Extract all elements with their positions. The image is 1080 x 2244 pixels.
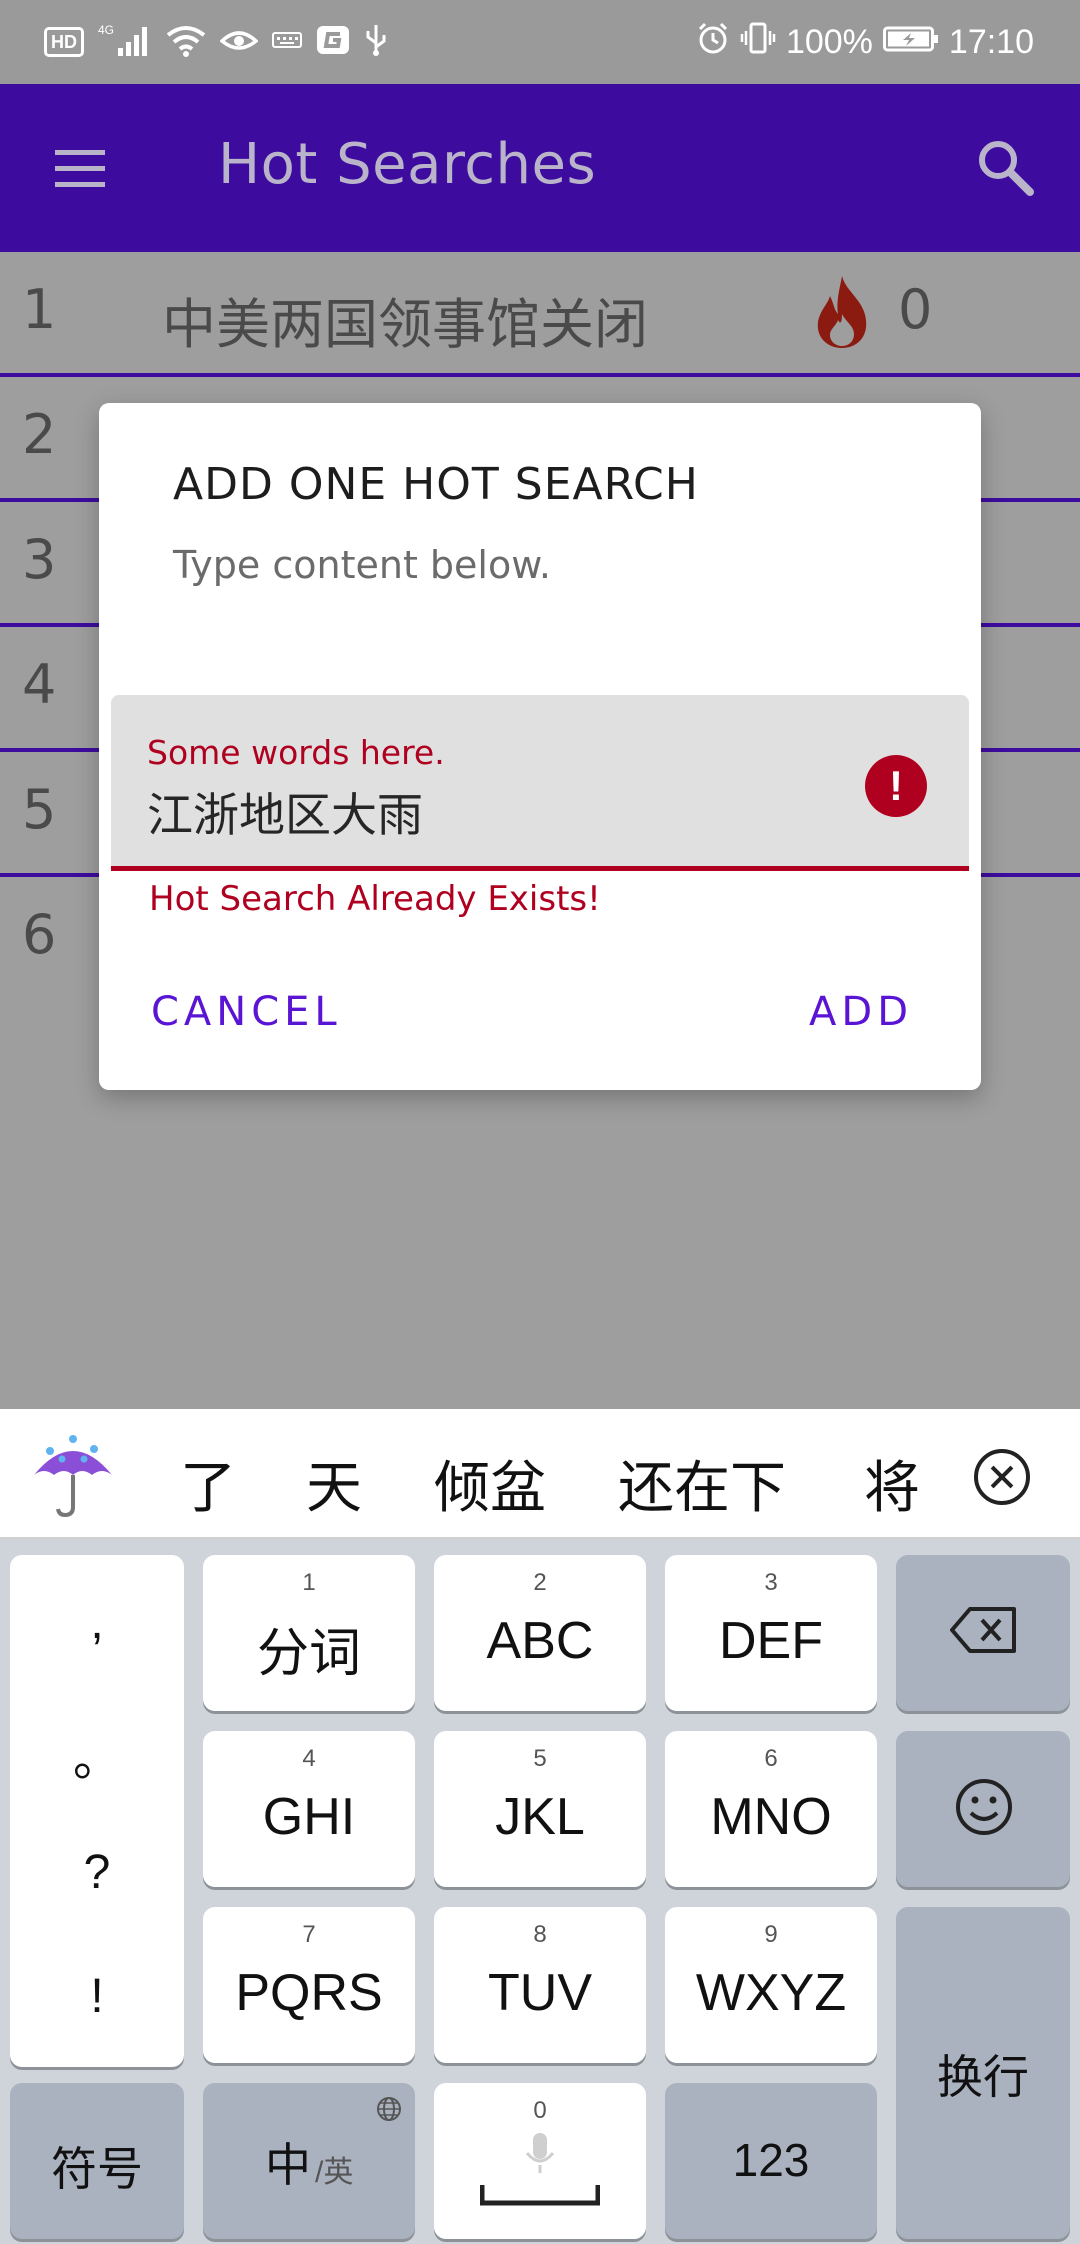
key-4[interactable]: 4 GHI bbox=[203, 1731, 415, 1887]
lang-main: 中 bbox=[265, 2139, 311, 2191]
globe-icon bbox=[377, 2097, 401, 2121]
key-6[interactable]: 6 MNO bbox=[665, 1731, 877, 1887]
menu-icon[interactable] bbox=[50, 138, 118, 198]
language-switch-key[interactable]: 中 /英 bbox=[203, 2083, 415, 2239]
candidate-word[interactable]: 了 bbox=[180, 1443, 236, 1524]
numbers-key[interactable]: 123 bbox=[665, 2083, 877, 2239]
candidate-word[interactable]: 将 bbox=[864, 1443, 930, 1524]
app-bar: Hot Searches bbox=[0, 84, 1080, 252]
enter-key[interactable]: 换行 bbox=[896, 1907, 1070, 2239]
hd-badge: HD bbox=[44, 27, 84, 57]
svg-text:4G: 4G bbox=[98, 23, 114, 37]
emoji-key[interactable] bbox=[896, 1731, 1070, 1887]
candidate-bar: 了 天 倾盆 还在下 将 bbox=[0, 1409, 1080, 1539]
rank-number: 3 bbox=[22, 528, 57, 591]
rank-number: 2 bbox=[22, 403, 57, 466]
dialog-subtitle: Type content below. bbox=[173, 543, 551, 587]
key-2[interactable]: 2 ABC bbox=[434, 1555, 646, 1711]
status-left: HD 4G bbox=[44, 18, 388, 66]
hot-count: 0 bbox=[898, 278, 933, 341]
space-bar-icon bbox=[480, 2185, 600, 2206]
comma-key[interactable]: , bbox=[10, 1595, 184, 1650]
key-3[interactable]: 3 DEF bbox=[665, 1555, 877, 1711]
backspace-key[interactable] bbox=[896, 1555, 1070, 1711]
signal-icon: 4G bbox=[98, 22, 152, 62]
symbols-key[interactable]: 符号 bbox=[10, 2083, 184, 2239]
period-key[interactable]: 。 bbox=[10, 1719, 184, 1789]
add-button[interactable]: ADD bbox=[809, 989, 913, 1035]
status-bar: HD 4G 100% 17:10 bbox=[0, 0, 1080, 84]
battery-percent: 100% bbox=[785, 22, 873, 61]
exclamation-key[interactable]: ! bbox=[10, 1969, 184, 2024]
page-title: Hot Searches bbox=[218, 132, 597, 197]
rank-number: 5 bbox=[22, 778, 57, 841]
keyboard: , 。 ? ! 1 分词 2 ABC 3 DEF 4 GHI 5 JKL 6 M… bbox=[0, 1539, 1080, 2244]
usb-icon bbox=[364, 23, 388, 61]
candidate-word[interactable]: 倾盆 bbox=[434, 1443, 546, 1524]
add-hot-search-dialog: ADD ONE HOT SEARCH Type content below. S… bbox=[99, 403, 981, 1090]
key-5[interactable]: 5 JKL bbox=[434, 1731, 646, 1887]
dialog-title: ADD ONE HOT SEARCH bbox=[173, 459, 699, 510]
alarm-icon bbox=[696, 21, 730, 64]
list-item[interactable]: 1 中美两国领事馆关闭 0 bbox=[0, 252, 1080, 377]
microphone-icon[interactable] bbox=[524, 2131, 556, 2175]
search-icon[interactable] bbox=[972, 134, 1040, 202]
eye-comfort-icon bbox=[219, 25, 259, 59]
battery-charging-icon bbox=[882, 23, 939, 62]
rank-number: 4 bbox=[22, 653, 57, 716]
key-9[interactable]: 9 WXYZ bbox=[665, 1907, 877, 2063]
rank-number: 6 bbox=[22, 903, 57, 966]
space-key[interactable]: 0 bbox=[434, 2083, 646, 2239]
candidate-word[interactable]: 还在下 bbox=[618, 1443, 786, 1524]
error-icon: ! bbox=[865, 755, 927, 817]
punctuation-key-column[interactable]: , 。 ? ! bbox=[10, 1555, 184, 2067]
fire-icon bbox=[812, 274, 872, 350]
key-8[interactable]: 8 TUV bbox=[434, 1907, 646, 2063]
hot-search-text: 中美两国领事馆关闭 bbox=[162, 293, 648, 356]
input-label: Some words here. bbox=[147, 733, 445, 772]
error-message: Hot Search Already Exists! bbox=[149, 879, 601, 919]
cancel-button[interactable]: CANCEL bbox=[151, 989, 342, 1035]
keyboard-icon bbox=[272, 30, 302, 54]
lang-sub: /英 bbox=[315, 2156, 354, 2189]
key-1[interactable]: 1 分词 bbox=[203, 1555, 415, 1711]
smiley-icon bbox=[956, 1779, 1012, 1835]
clock: 17:10 bbox=[948, 22, 1034, 61]
key-7[interactable]: 7 PQRS bbox=[203, 1907, 415, 2063]
close-candidates-icon[interactable] bbox=[974, 1449, 1030, 1505]
status-right: 100% 17:10 bbox=[696, 18, 1034, 66]
app-g-icon bbox=[316, 25, 350, 59]
backspace-icon bbox=[950, 1607, 1016, 1653]
wifi-icon bbox=[166, 23, 206, 61]
hot-search-input[interactable]: Some words here. 江浙地区大雨 ! bbox=[111, 695, 969, 871]
umbrella-rain-emoji-icon[interactable] bbox=[28, 1429, 118, 1519]
candidate-word[interactable]: 天 bbox=[306, 1443, 362, 1524]
rank-number: 1 bbox=[22, 278, 57, 341]
input-value[interactable]: 江浙地区大雨 bbox=[147, 779, 423, 845]
question-key[interactable]: ? bbox=[10, 1845, 184, 1900]
vibrate-icon bbox=[740, 21, 776, 64]
